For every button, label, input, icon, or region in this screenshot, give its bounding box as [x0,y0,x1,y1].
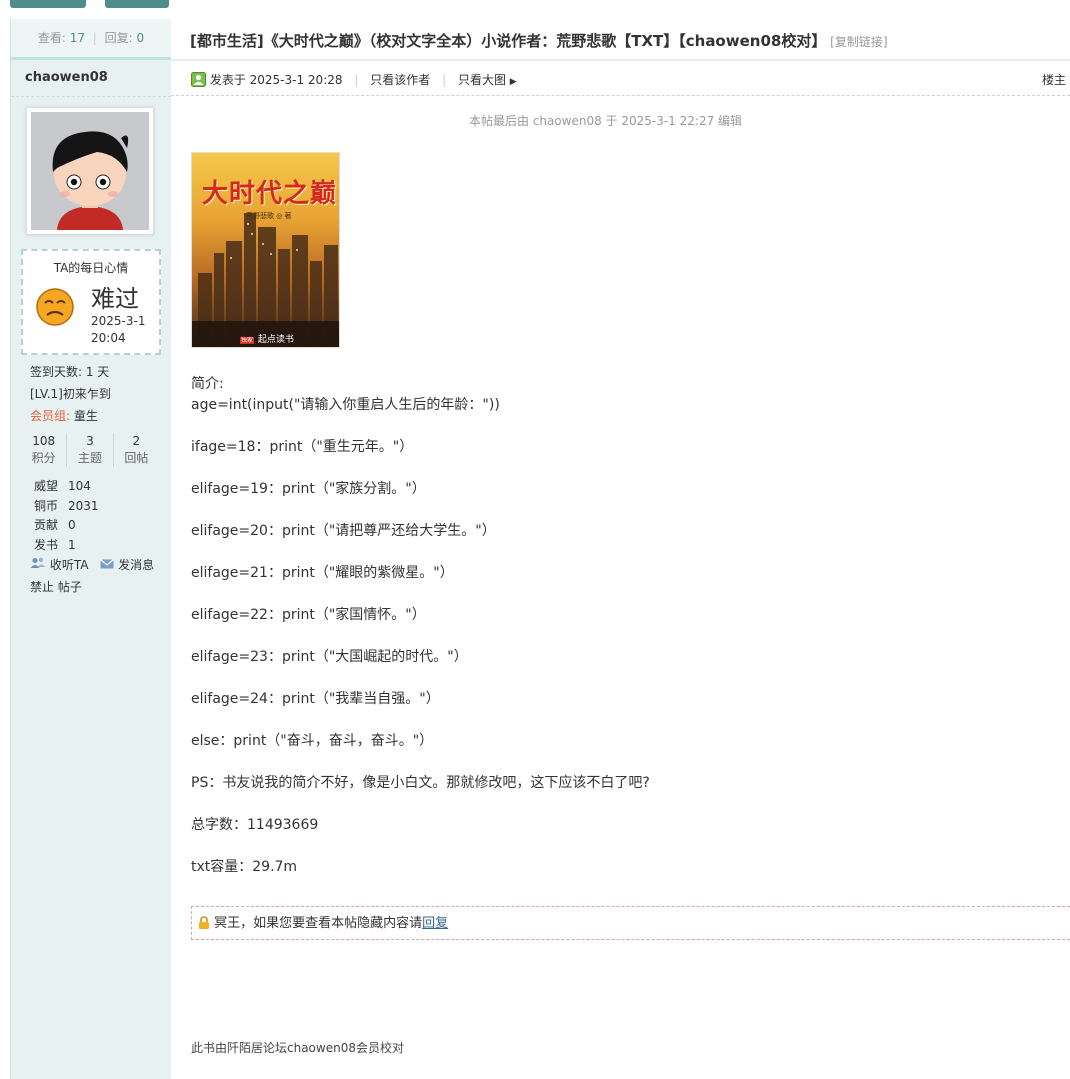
hidden-content-notice: 冥王，如果您要查看本帖隐藏内容请回复 [191,906,1070,940]
views-label: 查看: [37,31,66,45]
moderation-actions: 禁止 帖子 [11,577,171,597]
content-line: 总字数：11493669 [191,817,319,833]
member-group: 会员组: 童生 [11,405,171,427]
views-count: 17 [69,31,85,45]
thread-title: [都市生活]《大时代之巅》（校对文字全本）小说作者：荒野悲歌【TXT】【chao… [190,32,827,50]
replies-count: 0 [136,31,145,45]
content-line: else：print（"奋斗，奋斗，奋斗。"） [191,733,434,749]
content-line: elifage=21：print（"耀眼的紫微星。"） [191,565,454,581]
count-points[interactable]: 108 积分 [21,433,68,467]
cover-author: 荒野悲歌 ◎ 著 [246,212,292,220]
content-line: elifage=20：print（"请把尊严还给大学生。"） [191,523,496,539]
avatar[interactable] [26,107,154,235]
cover-title: 大时代之巅 [202,179,338,209]
content-line: ifage=18：print（"重生元年。"） [191,439,414,455]
content-line: elifage=19：print（"家族分割。"） [191,481,426,497]
copy-link-button[interactable]: [复制链接] [830,35,887,49]
stat-key: 铜币 [34,498,59,513]
member-group-value[interactable]: 童生 [74,409,98,423]
big-image-link[interactable]: 只看大图 ▶ [458,73,517,87]
online-user-icon [191,72,206,87]
member-group-label: 会员组: [30,409,71,423]
follow-label: 收听TA [49,558,89,572]
stat-contribution: 贡献 0 [11,516,171,536]
thread-title-row: [都市生活]《大时代之巅》（校对文字全本）小说作者：荒野悲歌【TXT】【chao… [171,19,1070,61]
top-button-left[interactable] [10,0,86,8]
sad-face-icon [36,288,74,326]
mood-date: 2025-3-1 20:04 [91,313,145,347]
follow-button[interactable]: 收听TA [30,557,92,572]
ban-link[interactable]: 禁止 [30,580,54,594]
hidden-notice-text: 冥王，如果您要查看本帖隐藏内容请 [214,916,423,931]
count-threads-value: 3 [86,434,94,448]
avatar-image [31,112,149,230]
mood-word: 难过 [91,285,139,313]
post-stats: 查看: 17 | 回复: 0 [11,19,171,60]
stat-key: 贡献 [34,518,59,532]
floor-label[interactable]: 楼主 [1042,61,1066,99]
mood-title: TA的每日心情 [53,261,129,275]
edit-notice: 本帖最后由 chaowen08 于 2025-3-1 22:27 编辑 [468,114,743,128]
post-content: 简介: age=int(input("请输入你重启人生后的年龄：")) ifag… [191,374,1051,899]
caret-right-icon: ▶ [509,77,517,87]
stat-books: 发书 1 [11,536,171,556]
top-button-right[interactable] [105,0,169,8]
book-cover-image[interactable]: 大时代之巅 荒野悲歌 ◎ 著 独家 起点读书 [191,152,340,348]
message-label: 发消息 [118,558,155,572]
user-actions: 收听TA 发消息 [11,555,171,575]
reply-link[interactable]: 回复 [422,916,448,931]
post-date: 发表于 2025-3-1 20:28 [209,73,343,87]
cover-badge: 独家 [240,337,255,344]
proofread-credit: 此书由阡陌居论坛chaowen08会员校对 [191,1041,404,1055]
content-line: elifage=23：print（"大国崛起的时代。"） [191,649,468,665]
stat-key: 威望 [34,479,59,493]
cover-publisher-name: 起点读书 [257,335,294,345]
user-level[interactable]: [LV.1]初来乍到 [11,383,171,405]
author-name[interactable]: chaowen08 [11,60,171,97]
content-line: txt容量：29.7m [191,859,298,875]
daily-mood-box: TA的每日心情 难过 2025-3-1 20:04 [21,249,161,355]
count-replies-value: 2 [132,434,141,448]
mood-date-day: 2025-3-1 [91,314,146,328]
author-sidebar: 查看: 17 | 回复: 0 chaowen08 TA的每日心情 难过 2025… [10,19,172,1079]
content-line: PS：书友说我的简介不好，像是小白文。那就修改吧，这下应该不白了吧? [191,775,650,791]
meta-divider: | [354,73,359,87]
stat-key: 发书 [34,537,59,552]
content-line: elifage=24：print（"我辈当自强。"） [191,691,440,707]
user-counts: 108 积分 3 主题 2 回帖 [21,433,159,467]
post-main: [都市生活]《大时代之巅》（校对文字全本）小说作者：荒野悲歌【TXT】【chao… [171,19,1070,1079]
count-threads[interactable]: 3 主题 [67,433,114,467]
cover-publisher: 独家 起点读书 [240,331,294,345]
count-points-value: 108 [32,434,56,448]
stat-value: 0 [68,518,76,532]
content-line: elifage=22：print（"家国情怀。"） [191,607,426,623]
stat-value: 2031 [68,498,99,513]
content-line: age=int(input("请输入你重启人生后的年龄：")) [191,397,500,413]
stat-value: 1 [68,537,76,552]
checkin-days: 签到天数: 1 天 [30,365,110,379]
post-meta: 发表于 2025-3-1 20:28 | 只看该作者 | 只看大图 ▶ 楼主 [171,61,1070,96]
intro-label: 简介: [191,376,224,392]
replies-label: 回复: [104,31,133,45]
mood-date-time: 20:04 [91,331,126,345]
meta-divider: | [442,73,447,87]
big-image-label: 只看大图 [457,73,506,87]
count-replies-label: 回帖 [124,451,149,465]
send-message-button[interactable]: 发消息 [100,558,154,572]
only-author-link[interactable]: 只看该作者 [370,73,430,87]
lock-icon [199,916,209,929]
posts-link[interactable]: 帖子 [58,580,82,594]
stat-copper: 铜币 2031 [11,497,171,517]
follow-users-icon [30,557,46,568]
count-points-label: 积分 [31,451,56,465]
stats-divider: | [92,31,97,45]
count-threads-label: 主题 [77,451,102,465]
envelope-icon [100,559,115,569]
stat-prestige: 威望 104 [11,477,171,497]
stat-value: 104 [68,479,91,493]
count-replies[interactable]: 2 回帖 [114,433,159,467]
